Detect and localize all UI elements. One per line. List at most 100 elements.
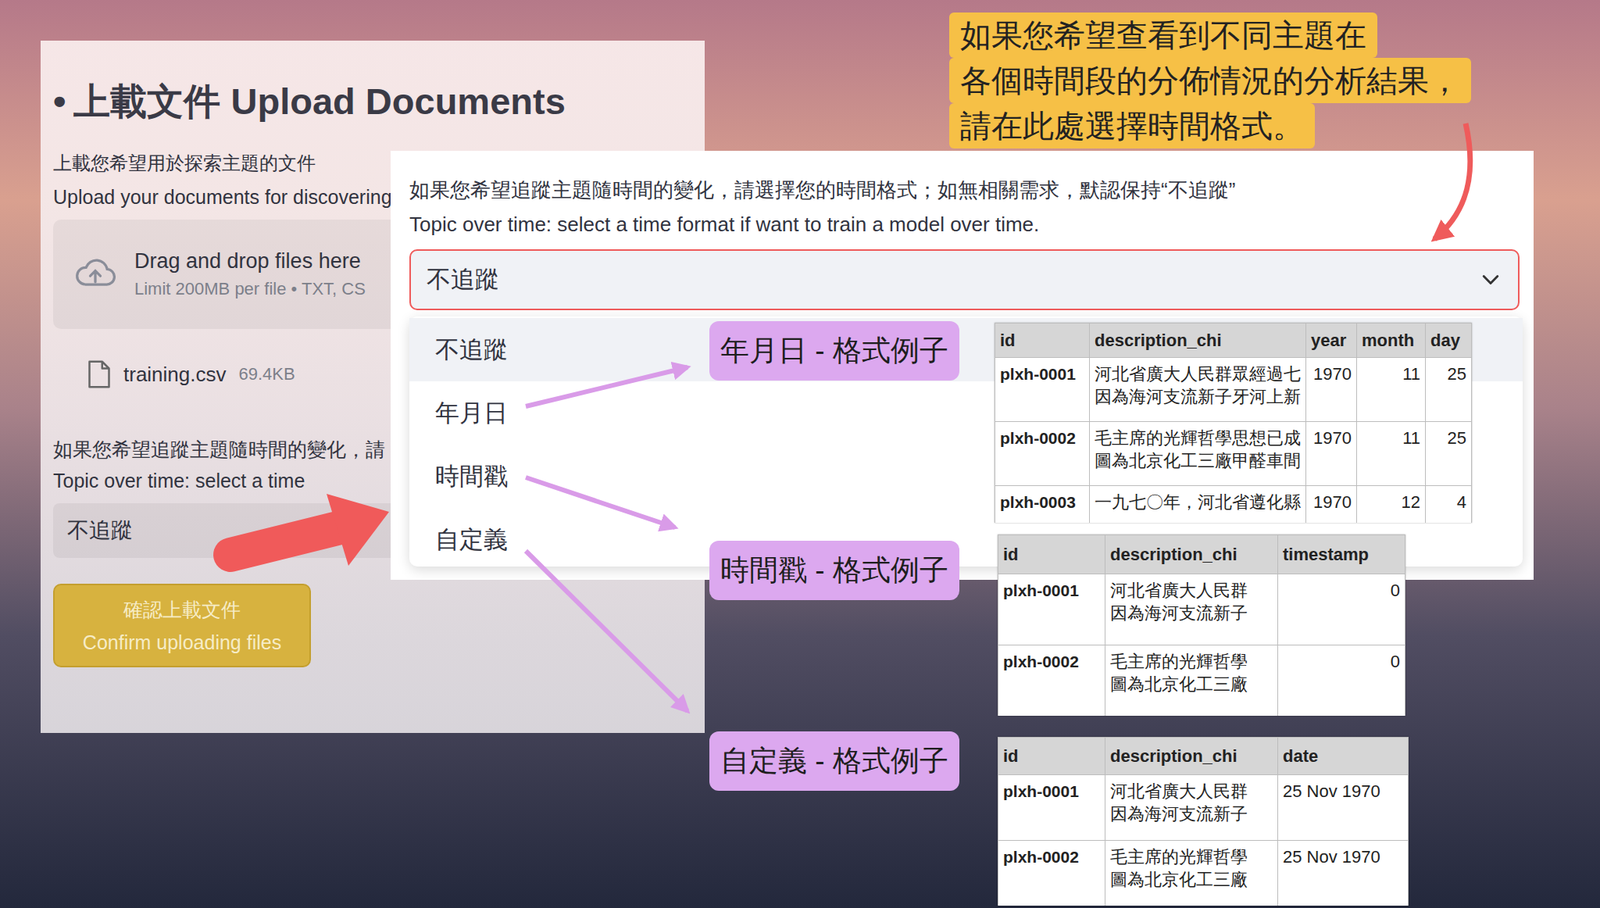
table-cell: 0	[1278, 574, 1406, 646]
table: iddescription_chiyearmonthdayplxh-0001河北…	[994, 322, 1472, 523]
callout-line: 如果您希望查看到不同主題在	[949, 12, 1378, 58]
time-format-label-chi: 如果您希望追蹤主題隨時間的變化，請選擇您的時間格式；如無相關需求，默認保持“不追…	[409, 174, 1520, 206]
cell-line: 4	[1430, 490, 1467, 514]
confirm-button[interactable]: 確認上載文件 Confirm uploading files	[53, 583, 311, 668]
cell-line: plxh-0001	[1003, 578, 1100, 602]
table-row: plxh-0002毛主席的光輝哲學圖為北京化工三廠0	[998, 645, 1406, 717]
table-header: iddescription_chiyearmonthday	[995, 323, 1472, 358]
column-header: id	[998, 535, 1106, 575]
column-header: year	[1306, 323, 1358, 358]
callout-line: 請在此處選擇時間格式。	[949, 103, 1315, 149]
example-table: iddescription_chidateplxh-0001河北省廣大人民群因為…	[997, 736, 1409, 906]
table: iddescription_chidateplxh-0001河北省廣大人民群因為…	[997, 736, 1409, 906]
callout-arrow-icon	[1434, 123, 1471, 240]
cell-line: 毛主席的光輝哲學思想已成	[1094, 426, 1301, 450]
table-cell: 河北省廣大人民群眾經過七因為海河支流新子牙河上新	[1089, 357, 1307, 422]
table-cell: 毛主席的光輝哲學圖為北京化工三廠	[1105, 645, 1279, 717]
cell-line: 1970	[1310, 426, 1352, 450]
cell-line: 圖為北京化工三廠甲醛車間	[1094, 449, 1301, 472]
table-cell: 一九七〇年，河北省遵化縣	[1089, 485, 1307, 524]
table-row: plxh-0002毛主席的光輝哲學思想已成圖為北京化工三廠甲醛車間1970112…	[995, 421, 1472, 486]
callout-line: 各個時間段的分佈情況的分析結果，	[949, 57, 1472, 104]
cell-line: plxh-0001	[1000, 362, 1085, 386]
file-icon	[87, 359, 111, 390]
time-format-select[interactable]: 不追蹤	[409, 249, 1520, 311]
title-text: 上載文件 Upload Documents	[73, 79, 565, 124]
example-table: iddescription_chiyearmonthdayplxh-0001河北…	[994, 322, 1472, 523]
cell-line: 毛主席的光輝哲學	[1110, 845, 1273, 868]
cell-line: 12	[1361, 490, 1421, 514]
example-label: 年月日 - 格式例子	[709, 321, 960, 381]
cell-line: plxh-0001	[1003, 779, 1100, 803]
cell-line: 1970	[1310, 362, 1352, 386]
cell-line: plxh-0002	[1000, 426, 1085, 450]
select-value: 不追蹤	[426, 263, 500, 297]
table-cell: 河北省廣大人民群因為海河支流新子	[1105, 775, 1279, 841]
table-cell: plxh-0002	[995, 421, 1090, 486]
screen: • 上載文件 Upload Documents 上載您希望用於探索主題的文件 U…	[0, 0, 1600, 908]
column-header: month	[1357, 323, 1426, 358]
cell-line: 毛主席的光輝哲學	[1110, 650, 1273, 673]
table-cell: 毛主席的光輝哲學思想已成圖為北京化工三廠甲醛車間	[1089, 421, 1307, 486]
table-cell: plxh-0001	[998, 775, 1106, 841]
column-header: description_chi	[1089, 323, 1307, 358]
cell-line: 0	[1282, 650, 1400, 673]
file-name: training.csv	[123, 362, 227, 387]
arrow-to-custom-icon	[525, 550, 688, 711]
cell-line: 11	[1361, 362, 1421, 386]
cell-line: 河北省廣大人民群	[1110, 578, 1273, 602]
arrow-to-ymd-icon	[525, 367, 688, 407]
table-cell: 25 Nov 1970	[1278, 840, 1409, 907]
cell-line: 圖為北京化工三廠	[1110, 672, 1273, 696]
cell-line: 25	[1430, 426, 1467, 450]
cloud-upload-icon	[75, 258, 116, 290]
table-cell: 1970	[1306, 421, 1358, 486]
callout: 如果您希望查看到不同主題在各個時間段的分佈情況的分析結果，請在此處選擇時間格式。	[949, 12, 1472, 149]
table-cell: plxh-0002	[998, 645, 1106, 717]
title-bullet: •	[53, 79, 66, 124]
table: iddescription_chitimestampplxh-0001河北省廣大…	[997, 534, 1406, 716]
cell-line: 因為海河支流新子牙河上新	[1094, 385, 1301, 408]
cell-line: 25 Nov 1970	[1282, 845, 1404, 868]
table-row: plxh-0002毛主席的光輝哲學圖為北京化工三廠25 Nov 1970	[998, 840, 1409, 907]
table-cell: 25 Nov 1970	[1278, 775, 1409, 841]
table-cell: plxh-0003	[995, 485, 1090, 524]
cell-line: 11	[1361, 426, 1421, 450]
example-label: 自定義 - 格式例子	[709, 731, 960, 791]
table-cell: 25	[1425, 357, 1472, 422]
cell-line: 1970	[1310, 490, 1352, 514]
dropzone-label: Drag and drop files here	[134, 246, 366, 276]
column-header: description_chi	[1105, 737, 1279, 775]
upload-title: • 上載文件 Upload Documents	[53, 79, 705, 124]
column-header: day	[1425, 323, 1472, 358]
table-cell: 河北省廣大人民群因為海河支流新子	[1105, 574, 1279, 646]
cell-line: 河北省廣大人民群眾經過七	[1094, 362, 1301, 386]
confirm-label-chi: 確認上載文件	[123, 592, 241, 626]
arrow-to-timestamp-icon	[525, 477, 675, 528]
chevron-down-icon	[1482, 274, 1500, 286]
cell-line: 一九七〇年，河北省遵化縣	[1094, 490, 1301, 514]
table-cell: plxh-0001	[998, 574, 1106, 646]
table-row: plxh-0001河北省廣大人民群因為海河支流新子25 Nov 1970	[998, 775, 1409, 841]
table-row: plxh-0001河北省廣大人民群眾經過七因為海河支流新子牙河上新1970112…	[995, 357, 1472, 422]
table-cell: 11	[1357, 421, 1426, 486]
cell-line: 因為海河支流新子	[1110, 601, 1273, 625]
dropzone-texts: Drag and drop files here Limit 200MB per…	[134, 246, 366, 303]
dropzone-limit: Limit 200MB per file • TXT, CS	[134, 275, 366, 303]
time-format-label-en: Topic over time: select a time format if…	[409, 208, 1520, 240]
table-cell: 11	[1357, 357, 1426, 422]
table-row: plxh-0001河北省廣大人民群因為海河支流新子0	[998, 574, 1406, 646]
table-cell: plxh-0001	[995, 357, 1090, 422]
column-header: id	[998, 737, 1106, 775]
table-cell: 12	[1357, 485, 1426, 524]
example-label: 時間戳 - 格式例子	[709, 540, 960, 600]
cell-line: 0	[1282, 578, 1400, 602]
column-header: timestamp	[1278, 535, 1406, 575]
cell-line: 因為海河支流新子	[1110, 802, 1273, 825]
table-cell: 1970	[1306, 485, 1358, 524]
column-header: date	[1278, 737, 1409, 775]
table-cell: 25	[1425, 421, 1472, 486]
cell-line: 河北省廣大人民群	[1110, 779, 1273, 803]
confirm-label-en: Confirm uploading files	[82, 625, 282, 659]
table-header: iddescription_chitimestamp	[998, 535, 1406, 575]
